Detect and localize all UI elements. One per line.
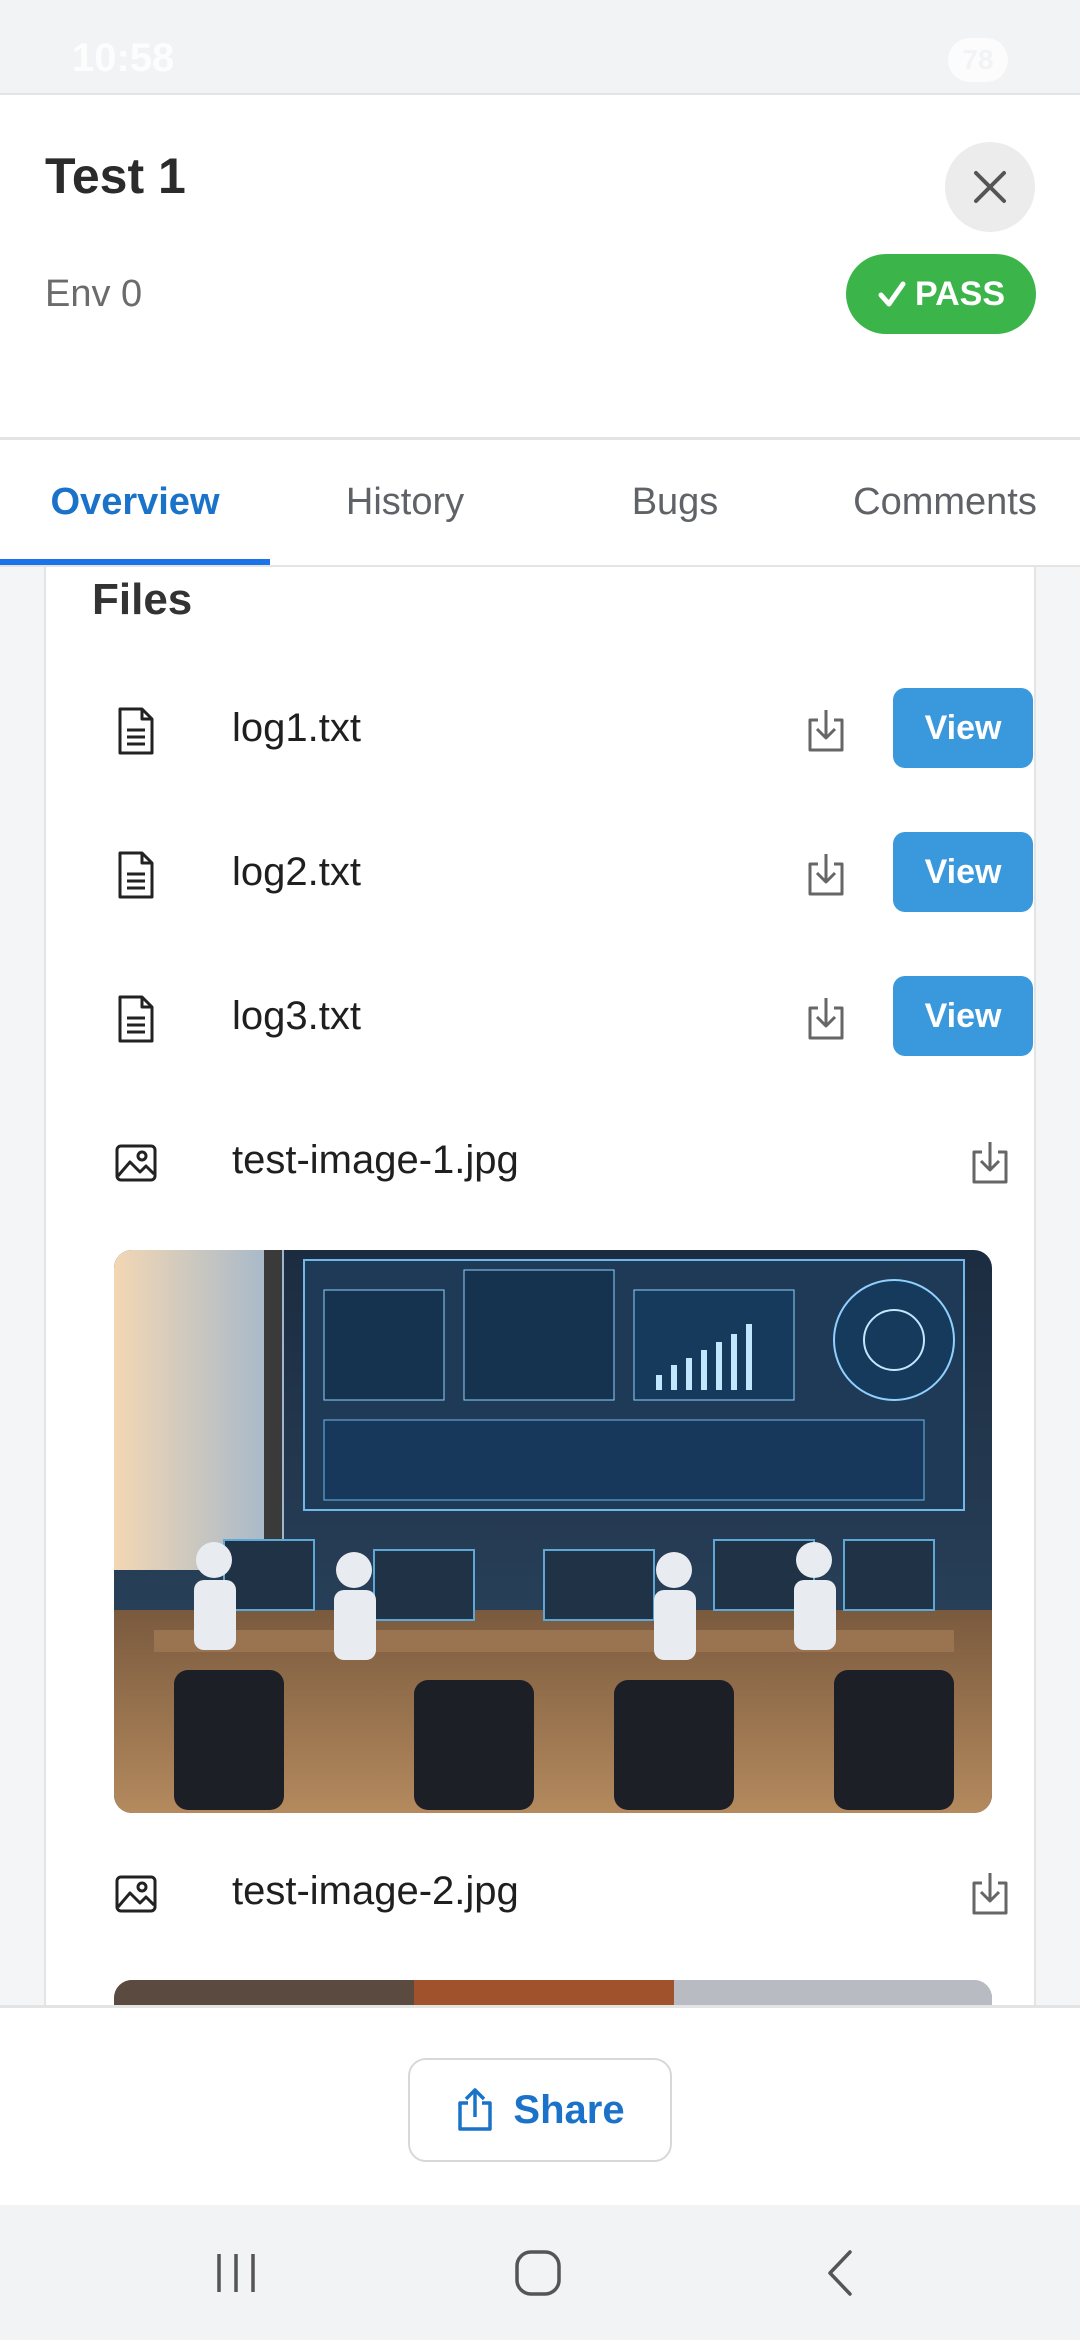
file-row: log3.txt View <box>114 976 1034 1056</box>
download-icon[interactable] <box>804 994 848 1042</box>
share-button[interactable]: Share <box>408 2058 672 2162</box>
check-icon <box>878 281 906 307</box>
document-icon <box>118 995 154 1043</box>
close-button[interactable] <box>945 142 1035 232</box>
download-icon[interactable] <box>968 1869 1012 1917</box>
file-row: log1.txt View <box>114 688 1034 768</box>
file-name[interactable]: test-image-1.jpg <box>232 1138 519 1183</box>
view-button[interactable]: View <box>893 832 1033 912</box>
battery-indicator: 78 <box>948 38 1008 82</box>
tab-bugs[interactable]: Bugs <box>540 440 810 565</box>
tab-bar: Overview History Bugs Comments <box>0 437 1080 567</box>
file-name[interactable]: log1.txt <box>232 706 361 751</box>
view-button[interactable]: View <box>893 688 1033 768</box>
system-nav-bar <box>0 2205 1080 2340</box>
download-icon[interactable] <box>804 850 848 898</box>
file-name[interactable]: test-image-2.jpg <box>232 1869 519 1914</box>
back-icon <box>828 2249 852 2296</box>
image-icon <box>115 1144 157 1182</box>
tab-overview[interactable]: Overview <box>0 440 270 565</box>
home-icon <box>515 2249 561 2296</box>
download-icon[interactable] <box>804 706 848 754</box>
image-preview[interactable] <box>114 1980 992 2005</box>
file-name[interactable]: log2.txt <box>232 850 361 895</box>
share-label: Share <box>513 2087 625 2132</box>
environment-label: Env 0 <box>45 273 143 315</box>
view-button[interactable]: View <box>893 976 1033 1056</box>
content-area[interactable]: Files log1.txt View log2.txt View log3.t… <box>0 567 1080 2005</box>
home-button[interactable] <box>478 2205 598 2340</box>
document-icon <box>118 707 154 755</box>
status-badge-label: PASS <box>914 274 1006 313</box>
active-tab-indicator <box>0 559 270 565</box>
office-illustration <box>114 1250 992 1813</box>
status-bar: 10:58 78 <box>0 0 1080 95</box>
page-title: Test 1 <box>45 148 186 204</box>
files-heading: Files <box>92 575 193 624</box>
tab-history[interactable]: History <box>270 440 540 565</box>
status-time: 10:58 <box>72 36 175 80</box>
bottom-action-bar: Share <box>0 2005 1080 2205</box>
image-preview-2 <box>114 1980 992 2005</box>
recent-apps-button[interactable] <box>176 2205 296 2340</box>
image-file-row: test-image-2.jpg <box>114 1851 1034 1931</box>
tab-comments[interactable]: Comments <box>810 440 1080 565</box>
share-icon <box>458 2088 493 2131</box>
image-preview[interactable] <box>114 1250 992 1813</box>
file-row: log2.txt View <box>114 832 1034 912</box>
recent-apps-icon <box>217 2253 255 2292</box>
close-icon <box>974 171 1006 203</box>
image-file-row: test-image-1.jpg <box>114 1120 1034 1200</box>
download-icon[interactable] <box>968 1138 1012 1186</box>
back-button[interactable] <box>780 2205 900 2340</box>
file-name[interactable]: log3.txt <box>232 994 361 1039</box>
test-header: Test 1 Env 0 PASS <box>0 97 1080 437</box>
image-icon <box>115 1875 157 1913</box>
files-card: Files log1.txt View log2.txt View log3.t… <box>44 567 1036 2005</box>
status-badge: PASS <box>846 254 1036 334</box>
document-icon <box>118 851 154 899</box>
